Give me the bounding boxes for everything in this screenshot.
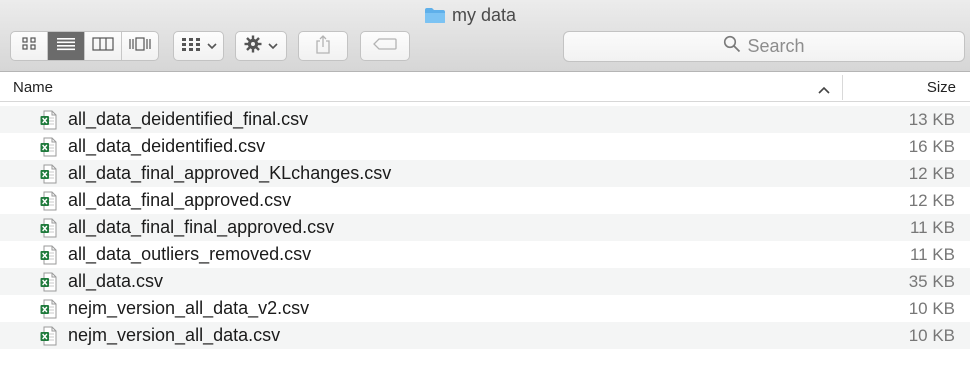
file-name: nejm_version_all_data_v2.csv [68,298,310,318]
csv-file-icon [40,272,57,292]
file-name: all_data_final_final_approved.csv [68,217,335,237]
csv-file-icon [40,137,57,157]
file-row[interactable]: nejm_version_all_data.csv 10 KB [0,322,970,349]
csv-file-icon [40,164,57,184]
csv-file-icon [40,110,57,130]
chevron-up-icon[interactable] [818,81,830,98]
chevron-down-icon [268,37,278,55]
file-size: 11 KB [909,245,955,264]
action-button[interactable] [235,31,287,61]
file-row[interactable]: all_data.csv 35 KB [0,268,970,295]
csv-file-icon [40,326,57,346]
csv-file-icon [40,191,57,211]
file-size: 35 KB [908,272,955,291]
file-row[interactable]: all_data_outliers_removed.csv 11 KB [0,241,970,268]
window-title: my data [0,4,970,26]
chevron-down-icon [206,37,217,55]
file-name: all_data_deidentified.csv [68,136,266,156]
file-size: 13 KB [908,110,955,129]
finder-toolbar: my data Search [0,0,970,72]
file-name: all_data_final_approved_KLchanges.csv [68,163,392,183]
list-view-icon [56,37,76,56]
name-column-header[interactable]: Name [13,79,53,96]
window-title-text: my data [451,4,517,25]
size-column-header[interactable]: Size [927,79,956,96]
file-name: all_data_outliers_removed.csv [68,244,312,264]
file-size: 16 KB [908,137,955,156]
file-size: 12 KB [908,191,955,210]
icon-view-button[interactable] [11,32,48,60]
file-name: all_data_final_approved.csv [68,190,292,210]
column-view-button[interactable] [85,32,122,60]
view-mode-control [10,31,159,61]
file-size: 10 KB [908,299,955,318]
file-name: all_data_deidentified_final.csv [68,109,309,129]
tag-icon [373,37,397,55]
search-icon [723,35,741,58]
column-divider[interactable] [842,75,843,100]
arrange-grid-icon [181,37,201,56]
list-view-button[interactable] [48,32,85,60]
file-name: nejm_version_all_data.csv [68,325,281,345]
file-row[interactable]: all_data_final_approved.csv 12 KB [0,187,970,214]
file-list: all_data_deidentified_final.csv 13 KB al… [0,106,970,349]
share-icon [315,34,331,59]
search-field[interactable]: Search [563,31,965,62]
column-view-icon [92,36,114,56]
csv-file-icon [40,299,57,319]
search-placeholder: Search [747,36,805,56]
file-row[interactable]: all_data_final_approved_KLchanges.csv 12… [0,160,970,187]
share-button[interactable] [298,31,348,61]
file-row[interactable]: all_data_final_final_approved.csv 11 KB [0,214,970,241]
file-name: all_data.csv [68,271,164,291]
cover-flow-button[interactable] [122,32,158,60]
column-header-bar: Name Size [0,73,970,102]
gear-icon [244,35,262,58]
file-row[interactable]: all_data_deidentified_final.csv 13 KB [0,106,970,133]
folder-icon [424,7,445,23]
file-size: 11 KB [909,218,955,237]
file-row[interactable]: nejm_version_all_data_v2.csv 10 KB [0,295,970,322]
file-size: 10 KB [908,326,955,345]
csv-file-icon [40,218,57,238]
cover-flow-icon [128,36,152,56]
arrange-button[interactable] [173,31,224,61]
csv-file-icon [40,245,57,265]
file-size: 12 KB [908,164,955,183]
icon-view-icon [21,36,37,56]
file-row[interactable]: all_data_deidentified.csv 16 KB [0,133,970,160]
tags-button[interactable] [360,31,410,61]
